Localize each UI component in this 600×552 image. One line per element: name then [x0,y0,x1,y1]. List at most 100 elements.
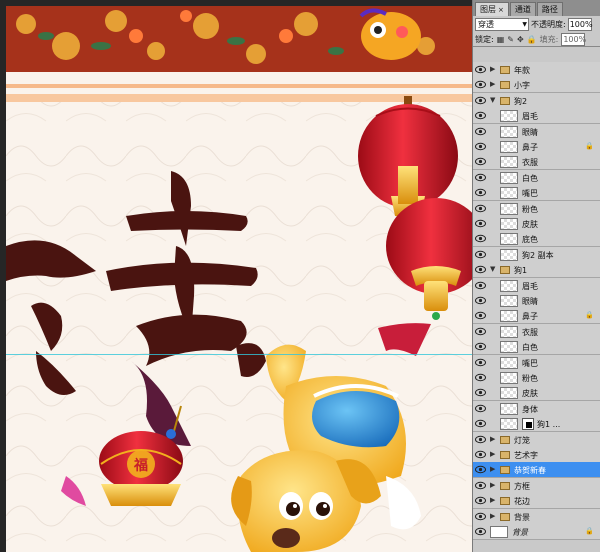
stripe-upper [6,84,472,88]
layer-thumbnail [500,279,518,292]
folder-icon [500,266,510,275]
collapsed-arrow-icon[interactable]: ▶ [490,80,495,88]
visibility-eye-icon[interactable] [475,373,486,382]
visibility-eye-icon[interactable] [475,111,486,120]
close-tab-icon[interactable]: × [498,6,504,14]
blend-row: 穿透 ▼ 不透明度: 100% [473,16,600,32]
opacity-input[interactable]: 100% [567,17,593,31]
collapsed-arrow-icon[interactable]: ▶ [490,465,495,473]
folder-icon [500,81,510,90]
layer-row[interactable]: 白色 [473,169,600,186]
visibility-eye-icon[interactable] [475,234,486,243]
layer-thumbnail [500,125,518,138]
layer-row[interactable]: 皮肤 [473,385,600,402]
collapsed-arrow-icon[interactable]: ▶ [490,481,495,489]
visibility-eye-icon[interactable] [475,204,486,213]
visibility-eye-icon[interactable] [475,435,486,444]
tab-paths[interactable]: 路径 [536,2,563,16]
layer-row[interactable]: 眉毛 [473,108,600,125]
layer-group-row[interactable]: ▶ 年款 [473,62,600,78]
folder-icon [500,435,510,444]
visibility-eye-icon[interactable] [475,527,486,536]
layer-row[interactable]: 身体 [473,400,600,417]
document-canvas[interactable]: 福 [6,6,472,552]
layer-group-row[interactable]: ▶ 方框 [473,477,600,494]
visibility-eye-icon[interactable] [475,188,486,197]
visibility-eye-icon[interactable] [475,65,486,74]
layer-group-row[interactable]: ▶ 小字 [473,77,600,94]
blend-mode-select[interactable]: 穿透 ▼ [475,17,529,31]
visibility-eye-icon[interactable] [475,342,486,351]
layer-row[interactable]: 嘴巴 [473,185,600,202]
visibility-eye-icon[interactable] [475,481,486,490]
layer-group-row[interactable]: ▼ 狗2 [473,92,600,109]
collapsed-arrow-icon[interactable]: ▶ [490,65,495,73]
lock-move-icon[interactable]: ✥ [517,35,524,44]
layer-row[interactable]: 底色 [473,231,600,248]
visibility-eye-icon[interactable] [475,404,486,413]
expanded-arrow-icon[interactable]: ▼ [490,265,495,273]
layer-group-row[interactable]: ▶ 恭贺新春 [473,462,600,479]
visibility-eye-icon[interactable] [475,250,486,259]
visibility-eye-icon[interactable] [475,96,486,105]
visibility-eye-icon[interactable] [475,157,486,166]
layer-row[interactable]: 背景 🔒 [473,524,600,540]
visibility-eye-icon[interactable] [475,80,486,89]
visibility-eye-icon[interactable] [475,465,486,474]
layer-row[interactable]: 眼睛 [473,123,600,140]
layer-row[interactable]: 鼻子 🔒 [473,308,600,325]
layer-mask-thumbnail[interactable] [522,418,534,431]
lock-all-icon[interactable]: 🔒 [527,35,537,44]
tab-channels-label: 通道 [514,5,531,14]
layer-thumbnail [500,110,518,123]
visibility-eye-icon[interactable] [475,296,486,305]
layer-row[interactable]: 粉色 [473,200,600,217]
visibility-eye-icon[interactable] [475,358,486,367]
visibility-eye-icon[interactable] [475,512,486,521]
blend-mode-value: 穿透 [478,19,494,29]
layer-group-row[interactable]: ▶ 花边 [473,493,600,510]
expanded-arrow-icon[interactable]: ▼ [490,96,495,104]
visibility-eye-icon[interactable] [475,450,486,459]
tab-layers[interactable]: 图层 × [475,2,509,16]
layer-row[interactable]: 嘴巴 [473,354,600,371]
fill-input[interactable]: 100% [561,32,586,46]
visibility-eye-icon[interactable] [475,173,486,182]
layer-group-row[interactable]: ▼ 狗1 [473,262,600,279]
lock-transparent-icon[interactable]: ▦ [497,35,505,44]
layer-group-row[interactable]: ▶ 灯笼 [473,431,600,448]
horizontal-guide-line[interactable] [6,354,472,355]
layer-row[interactable]: 眼睛 [473,293,600,309]
layer-row[interactable]: 衣服 [473,323,600,340]
layer-row[interactable]: 白色 [473,339,600,356]
layer-group-row[interactable]: ▶ 艺术字 [473,447,600,463]
layer-row[interactable]: 鼻子 🔒 [473,139,600,155]
visibility-eye-icon[interactable] [475,219,486,228]
tab-channels[interactable]: 通道 [509,2,536,16]
tab-paths-label: 路径 [541,5,558,14]
visibility-eye-icon[interactable] [475,388,486,397]
lock-brush-icon[interactable]: ✎ [507,35,514,44]
visibility-eye-icon[interactable] [475,127,486,136]
layer-thumbnail [500,310,518,323]
visibility-eye-icon[interactable] [475,311,486,320]
layer-row[interactable]: 狗1 ... [473,416,600,433]
layer-row[interactable]: 粉色 [473,370,600,386]
collapsed-arrow-icon[interactable]: ▶ [490,450,495,458]
visibility-eye-icon[interactable] [475,281,486,290]
collapsed-arrow-icon[interactable]: ▶ [490,512,495,520]
artwork: 福 [6,6,472,552]
layer-row[interactable]: 皮肤 [473,216,600,232]
collapsed-arrow-icon[interactable]: ▶ [490,435,495,443]
visibility-eye-icon[interactable] [475,327,486,336]
layer-row[interactable]: 衣服 [473,154,600,171]
layer-row[interactable]: 眉毛 [473,277,600,294]
collapsed-arrow-icon[interactable]: ▶ [490,496,495,504]
visibility-eye-icon[interactable] [475,142,486,151]
visibility-eye-icon[interactable] [475,496,486,505]
layer-group-row[interactable]: ▶ 背景 [473,508,600,525]
layer-row[interactable]: 狗2 副本 [473,246,600,263]
visibility-eye-icon[interactable] [475,265,486,274]
canvas-area[interactable]: 福 [0,0,472,552]
visibility-eye-icon[interactable] [475,419,486,428]
